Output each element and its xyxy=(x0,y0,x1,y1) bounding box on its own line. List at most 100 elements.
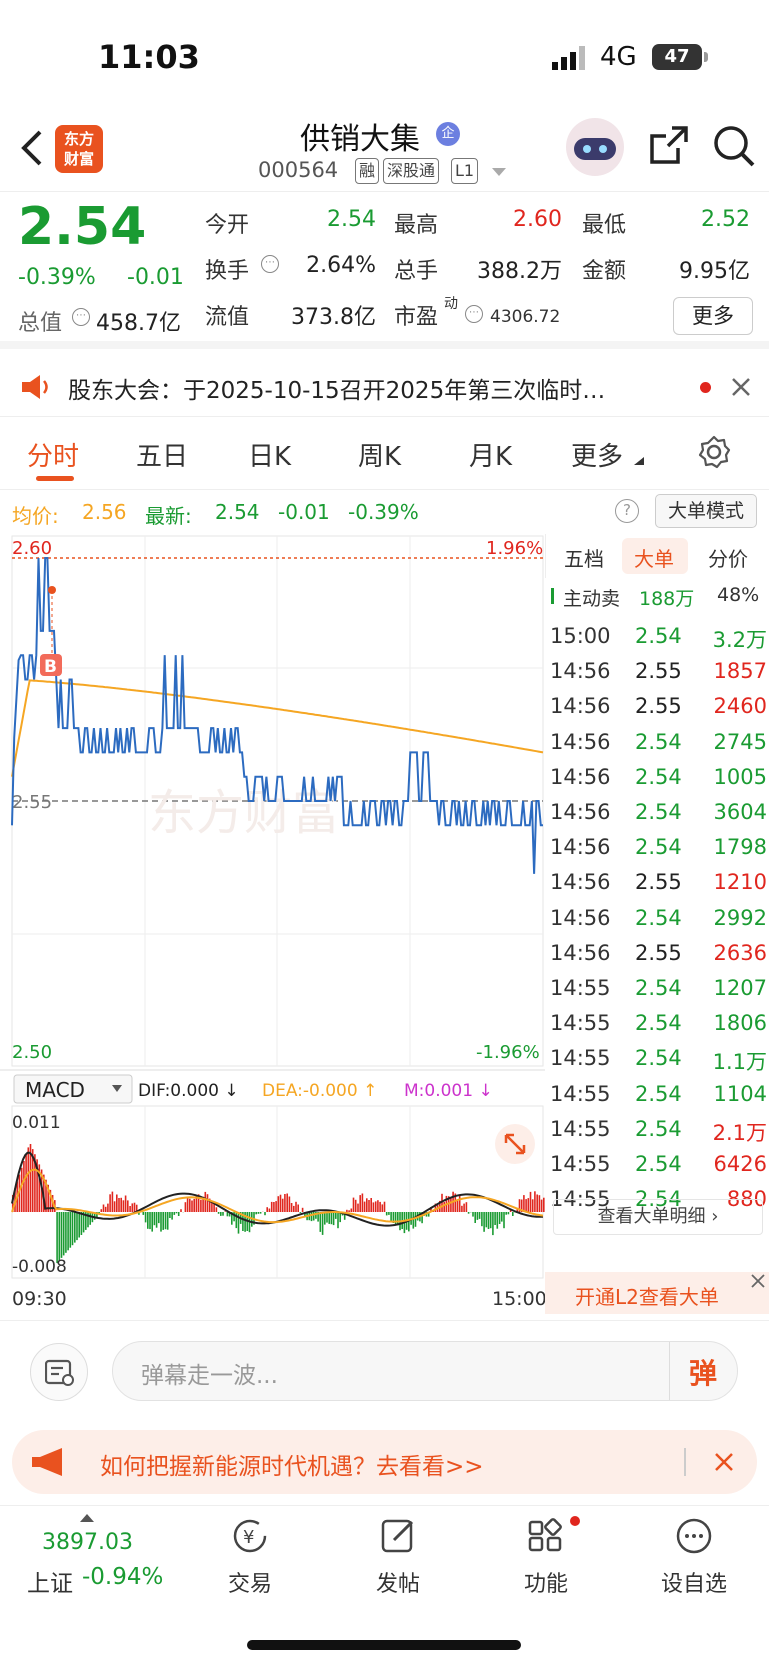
promo-close-icon[interactable] xyxy=(751,1274,765,1288)
macd-bar xyxy=(147,1212,149,1229)
tab-monthly-k[interactable]: 月K xyxy=(469,436,512,473)
view-detail-button[interactable]: 查看大单明细 › xyxy=(553,1199,763,1235)
macd-bar xyxy=(100,1209,103,1212)
nav-functions[interactable]: 功能 xyxy=(486,1516,606,1598)
tab-daily-k[interactable]: 日K xyxy=(248,436,291,473)
macd-bar xyxy=(463,1203,465,1212)
trade-price: 2.54 xyxy=(635,764,682,789)
trade-price: 2.54 xyxy=(635,729,682,754)
index-value[interactable]: 3897.03 xyxy=(42,1530,133,1555)
macd-bar xyxy=(366,1198,368,1212)
macd-bar xyxy=(142,1212,145,1215)
trade-row: 14:56 2.54 1005 xyxy=(545,761,769,796)
open-value: 2.54 xyxy=(327,207,376,232)
macd-bar xyxy=(540,1199,543,1212)
macd-bar xyxy=(359,1195,361,1212)
trade-list[interactable]: 15:00 2.54 3.2万 14:56 2.55 1857 14:56 2.55 2460 1… xyxy=(545,620,769,1211)
tab-five-level[interactable]: 五档 xyxy=(564,543,604,572)
status-bar: 11:03 4G 47 xyxy=(0,0,769,110)
trade-price: 2.55 xyxy=(635,870,682,895)
trade-row: 14:56 2.54 1798 xyxy=(545,831,769,866)
danmu-settings-icon[interactable] xyxy=(30,1343,88,1401)
trade-row: 14:55 2.54 1.1万 xyxy=(545,1042,769,1077)
trade-price: 2.54 xyxy=(635,1152,682,1176)
danmu-input[interactable]: 弹幕走一波... 弹 xyxy=(112,1341,738,1401)
macd-bar xyxy=(483,1212,485,1232)
latest-label: 最新: xyxy=(145,504,192,528)
nav-add-watchlist-label: 设自选 xyxy=(660,1572,727,1597)
macd-bar xyxy=(164,1212,167,1230)
macd-bar xyxy=(390,1212,392,1222)
ad-banner[interactable]: 如何把握新能源时代机遇？去看看>> xyxy=(12,1430,757,1494)
tab-weekly-k[interactable]: 周K xyxy=(358,436,401,473)
quote-panel: 2.54 -0.39% -0.01 总值 ⋯ 458.7亿 今开 2.54 最高… xyxy=(0,193,769,349)
pe-info-icon[interactable]: ⋯ xyxy=(465,305,483,323)
macd-bar xyxy=(220,1212,222,1216)
back-icon[interactable] xyxy=(18,128,44,168)
macd-bar xyxy=(288,1196,291,1212)
tab-intraday[interactable]: 分时 xyxy=(27,436,79,473)
nav-post[interactable]: 发帖 xyxy=(338,1516,458,1598)
close-icon[interactable] xyxy=(731,377,751,397)
tab-big-order[interactable]: 大单 xyxy=(634,543,674,572)
nav-functions-label: 功能 xyxy=(523,1572,568,1597)
macd-bar xyxy=(461,1205,463,1212)
macd-bar xyxy=(529,1191,532,1212)
mid-price-label: 2.55 xyxy=(12,792,52,813)
macd-bar xyxy=(189,1198,191,1212)
share-icon[interactable] xyxy=(648,124,690,166)
nav-trade[interactable]: ¥ 交易 xyxy=(190,1516,310,1598)
enterprise-badge-icon: 企 xyxy=(436,122,460,146)
macd-bar xyxy=(76,1212,78,1241)
trade-price: 2.55 xyxy=(635,940,682,965)
macd-bar xyxy=(171,1212,173,1220)
macd-bar xyxy=(127,1200,129,1212)
more-info-icon[interactable]: ⋯ xyxy=(72,308,90,326)
macd-bar xyxy=(206,1194,209,1212)
robot-assistant-icon[interactable] xyxy=(566,118,624,176)
ad-close-icon[interactable] xyxy=(714,1452,734,1472)
eastmoney-logo[interactable]: 东方 财富 xyxy=(55,125,103,173)
trade-volume: 2745 xyxy=(713,729,767,754)
macd-bar xyxy=(394,1212,397,1226)
index-name[interactable]: 上证 xyxy=(27,1564,73,1598)
macd-bar xyxy=(71,1212,74,1246)
tab-more[interactable]: 更多 xyxy=(571,436,623,473)
macd-bar xyxy=(169,1212,171,1218)
macd-bar xyxy=(65,1212,67,1253)
search-icon[interactable] xyxy=(712,124,756,168)
index-expand-icon[interactable] xyxy=(80,1514,94,1522)
turnover-info-icon[interactable]: ⋯ xyxy=(261,255,279,273)
dropdown-icon[interactable] xyxy=(492,168,506,178)
macd-bar xyxy=(310,1212,313,1222)
macd-bar xyxy=(131,1203,134,1212)
trade-icon: ¥ xyxy=(233,1519,267,1553)
megaphone-icon xyxy=(32,1448,62,1476)
help-icon[interactable]: ? xyxy=(615,499,639,523)
notice-bar[interactable]: 股东大会：于2025-10-15召开2025年第三次临时… xyxy=(0,357,769,417)
macd-bar xyxy=(412,1212,415,1229)
bottom-price-label: 2.50 xyxy=(12,1042,52,1063)
macd-bar xyxy=(153,1212,156,1226)
more-button[interactable]: 更多 xyxy=(673,297,753,335)
macd-bar xyxy=(60,1212,63,1258)
top-price-label: 2.60 xyxy=(12,538,52,559)
macd-bar xyxy=(523,1195,525,1212)
macd-bar xyxy=(107,1203,109,1212)
macd-bar xyxy=(80,1212,83,1235)
nav-add-watchlist[interactable]: 设自选 xyxy=(634,1516,754,1598)
settings-gear-icon[interactable] xyxy=(697,435,731,469)
big-order-mode-button[interactable]: 大单模式 xyxy=(655,494,757,528)
intraday-chart[interactable]: 东方财富 B 2.60 1.96% 2.55 2.50 -1.96% MACD … xyxy=(0,534,547,1320)
tab-price-dist[interactable]: 分价 xyxy=(708,543,748,572)
macd-bar xyxy=(348,1210,350,1212)
signal-icon xyxy=(552,46,585,70)
dif-label: DIF:0.000 ↓ xyxy=(138,1081,239,1101)
tab-five-day[interactable]: 五日 xyxy=(136,436,188,473)
macd-bar xyxy=(104,1206,107,1212)
danmu-send-button[interactable]: 弹 xyxy=(689,1352,717,1392)
trade-price: 2.55 xyxy=(635,694,682,719)
index-pct[interactable]: -0.94% xyxy=(82,1564,163,1590)
l2-promo-bar[interactable]: 开通L2查看大单 xyxy=(545,1272,769,1314)
macd-bar xyxy=(536,1194,538,1212)
